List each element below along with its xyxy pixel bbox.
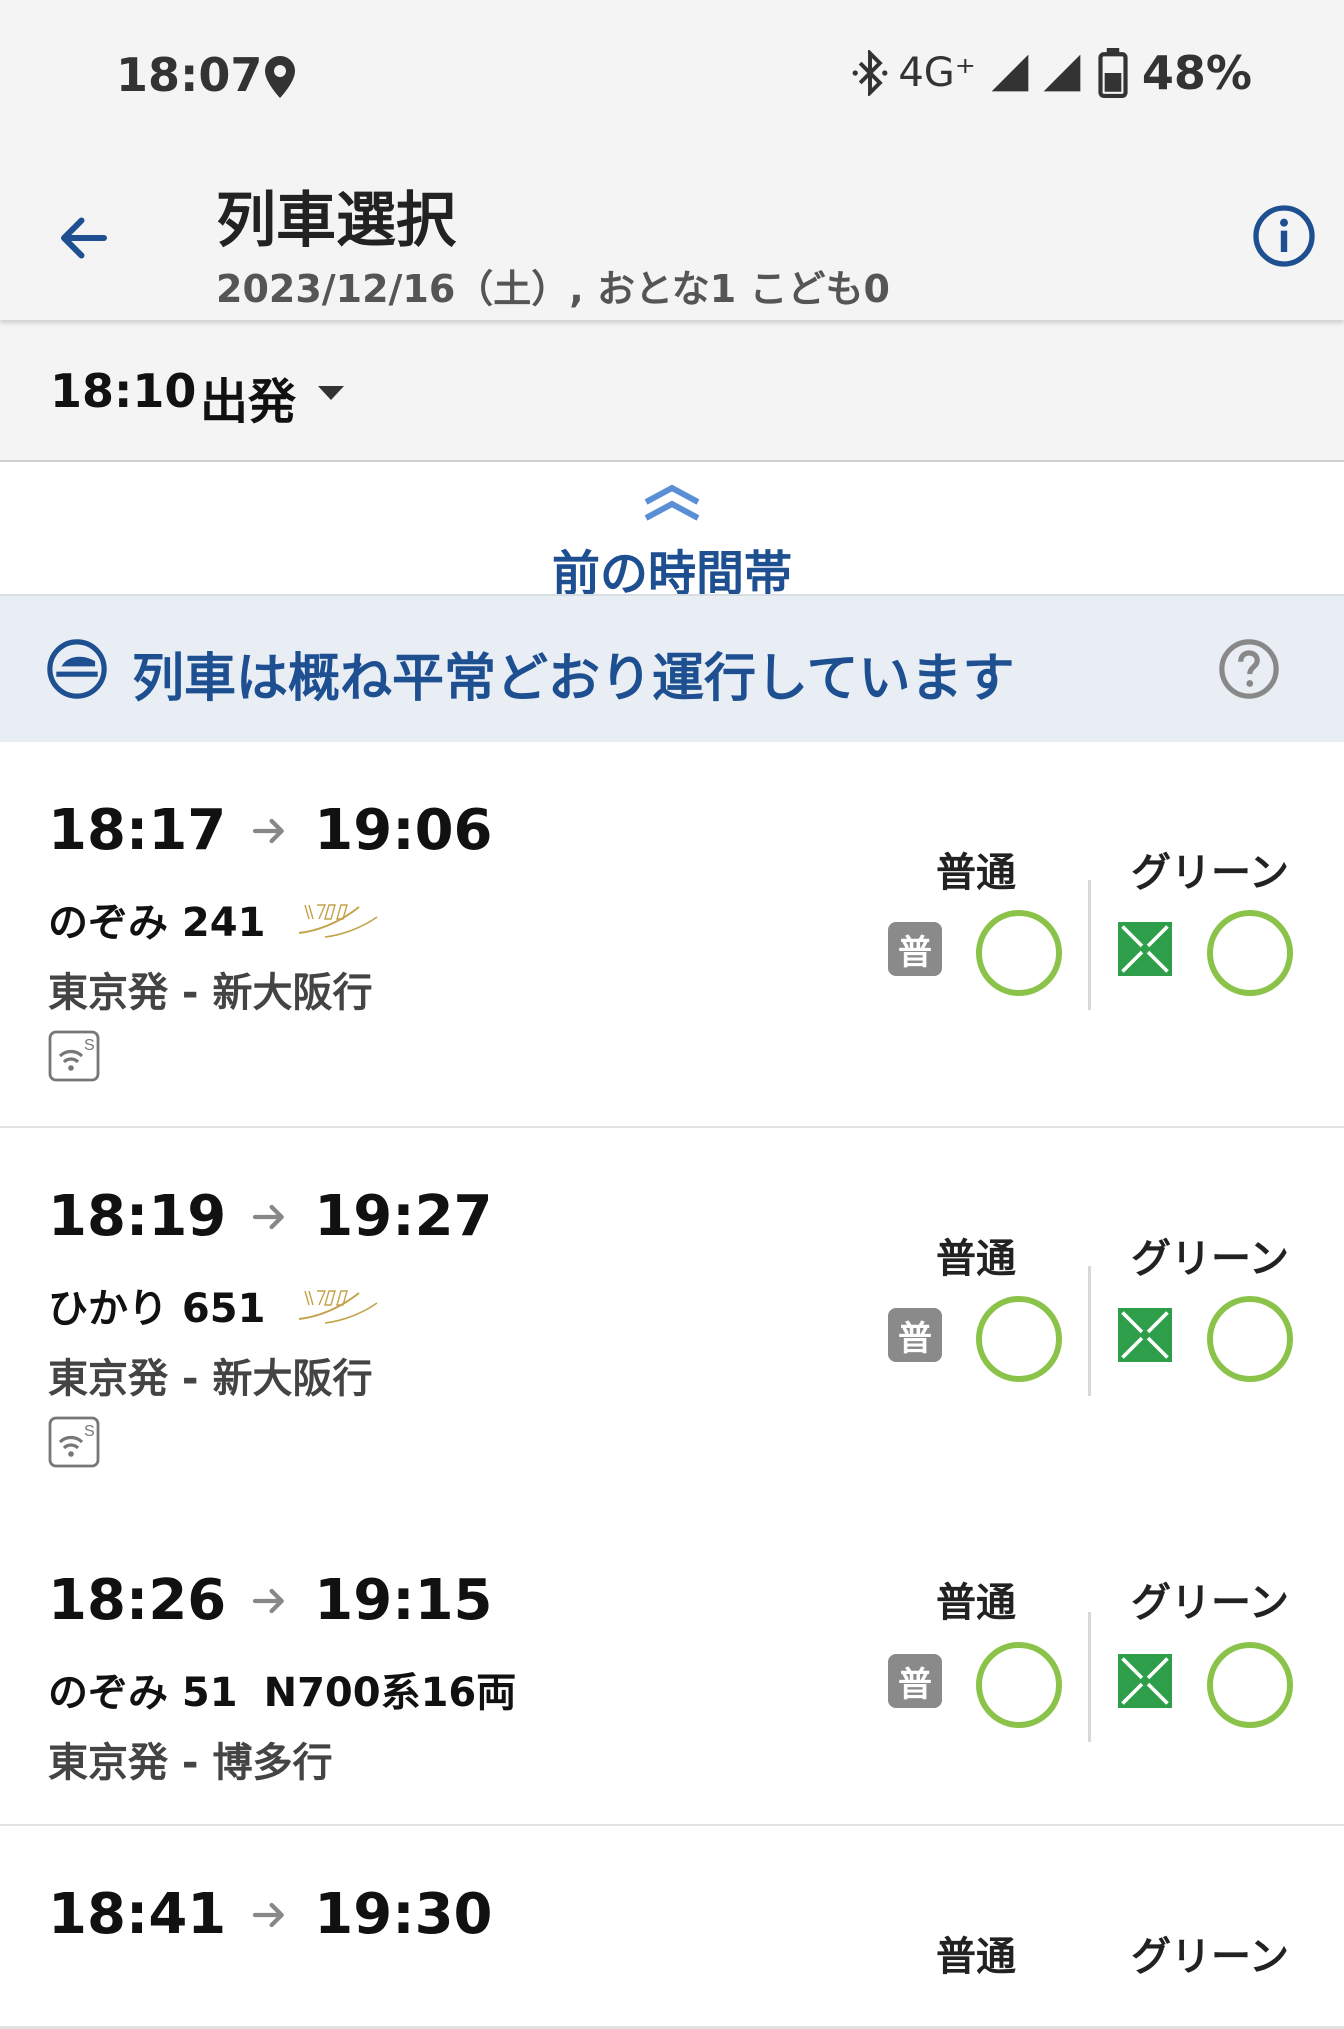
green-availability-button[interactable] [1207, 1296, 1293, 1382]
info-icon[interactable] [1252, 204, 1316, 268]
train-name-row: のぞみ 51 N700系16両 [48, 1660, 516, 1718]
class-divider [1088, 880, 1091, 1010]
n700s-logo-icon [299, 904, 378, 938]
departure-label: 出発 [200, 374, 297, 430]
ordinary-seat-badge: 普 [888, 1308, 942, 1362]
green-availability-button[interactable] [1207, 1642, 1293, 1728]
green-class-header: グリーン [1131, 1580, 1289, 1626]
train-row[interactable]: 18:41 19:30 普通 グリーン [0, 1826, 1344, 2029]
train-route: 東京発 - 博多行 [48, 1740, 333, 1786]
signal-icon-2 [1043, 54, 1081, 92]
departure-time: 18:17 [48, 798, 227, 863]
car-info: N700系16両 [263, 1670, 517, 1716]
train-times: 18:26 19:15 [48, 1568, 493, 1633]
train-row[interactable]: 18:26 19:15 のぞみ 51 N700系16両東京発 - 博多行 普通 グリーン普 [0, 1512, 1344, 1827]
network-type: 4G⁺ [898, 50, 976, 96]
green-class-header: グリーン [1131, 850, 1289, 896]
green-class-header: グリーン [1131, 1934, 1289, 1980]
arrival-time: 19:06 [314, 798, 493, 863]
train-name-row: のぞみ 241 [48, 890, 381, 948]
battery-icon [1098, 48, 1128, 98]
signal-icon [991, 54, 1029, 92]
ordinary-class-header: 普通 [936, 1934, 1016, 1980]
train-row[interactable]: 18:19 19:27 ひかり 651 東京発 - 新大阪行 S 普通 グリーン普 [0, 1128, 1344, 1515]
previous-timeslot-button[interactable]: 前の時間帯 [0, 462, 1344, 602]
bluetooth-icon [852, 50, 888, 96]
arrival-time: 19:30 [314, 1882, 493, 1947]
wifi-service-icon: S [48, 1030, 100, 1082]
status-right: 4G⁺ 48% [850, 46, 1252, 100]
train-name-row: ひかり 651 [48, 1276, 381, 1334]
train-row[interactable]: 18:17 19:06 のぞみ 241 東京発 - 新大阪行 S 普通 グリーン普 [0, 742, 1344, 1129]
train-status-icon [47, 639, 107, 699]
ordinary-class-header: 普通 [936, 1580, 1016, 1626]
help-icon[interactable] [1218, 638, 1280, 700]
departure-time-selector[interactable]: 18:10 出発 [0, 320, 1344, 462]
class-divider [1088, 1612, 1091, 1742]
dropdown-caret-icon [318, 386, 344, 400]
green-car-clover-icon [1118, 1654, 1172, 1708]
double-chevron-up-icon [644, 484, 700, 521]
wifi-service-icon: S [48, 1416, 100, 1468]
green-class-header: グリーン [1131, 1236, 1289, 1282]
ordinary-class-header: 普通 [936, 1236, 1016, 1282]
train-route: 東京発 - 新大阪行 [48, 970, 373, 1016]
train-name: のぞみ 51 [48, 1670, 238, 1716]
page-title: 列車選択 [216, 186, 456, 256]
arrow-right-icon [253, 1588, 285, 1613]
ordinary-class-header: 普通 [936, 850, 1016, 896]
svg-text:S: S [84, 1037, 95, 1054]
status-bar: 18:07 4G⁺ 48% [0, 0, 1344, 150]
train-name: のぞみ 241 [48, 900, 266, 946]
back-arrow-icon[interactable] [54, 208, 114, 268]
departure-time: 18:19 [48, 1184, 227, 1249]
app-bar: 列車選択 2023/12/16（土）, おとな1 こども0 [0, 150, 1344, 320]
ordinary-availability-button[interactable] [976, 1642, 1062, 1728]
operation-status-text: 列車は概ね平常どおり運行しています [132, 649, 1015, 709]
green-car-clover-icon [1118, 922, 1172, 976]
arrival-time: 19:15 [314, 1568, 493, 1633]
arrow-right-icon [253, 1902, 285, 1927]
n700s-logo-icon [299, 1290, 378, 1324]
departure-time: 18:26 [48, 1568, 227, 1633]
train-times: 18:41 19:30 [48, 1882, 493, 1947]
search-conditions: 2023/12/16（土）, おとな1 こども0 [216, 267, 890, 311]
ordinary-seat-badge: 普 [888, 922, 942, 976]
departure-time: 18:41 [48, 1882, 227, 1947]
battery-percent: 48% [1141, 46, 1252, 100]
arrival-time: 19:27 [314, 1184, 493, 1249]
green-availability-button[interactable] [1207, 910, 1293, 996]
arrow-right-icon [253, 818, 285, 843]
ordinary-availability-button[interactable] [976, 1296, 1062, 1382]
green-car-clover-icon [1118, 1308, 1172, 1362]
svg-text:S: S [84, 1423, 95, 1440]
status-time: 18:07 [116, 48, 263, 102]
departure-time: 18:10 [50, 364, 197, 418]
arrow-right-icon [253, 1204, 285, 1229]
train-route: 東京発 - 新大阪行 [48, 1356, 373, 1402]
class-divider [1088, 1266, 1091, 1396]
train-name: ひかり 651 [48, 1286, 266, 1332]
operation-status-banner: 列車は概ね平常どおり運行しています [0, 594, 1344, 744]
train-times: 18:19 19:27 [48, 1184, 493, 1249]
ordinary-availability-button[interactable] [976, 910, 1062, 996]
train-times: 18:17 19:06 [48, 798, 493, 863]
ordinary-seat-badge: 普 [888, 1654, 942, 1708]
location-pin-icon [265, 56, 295, 98]
